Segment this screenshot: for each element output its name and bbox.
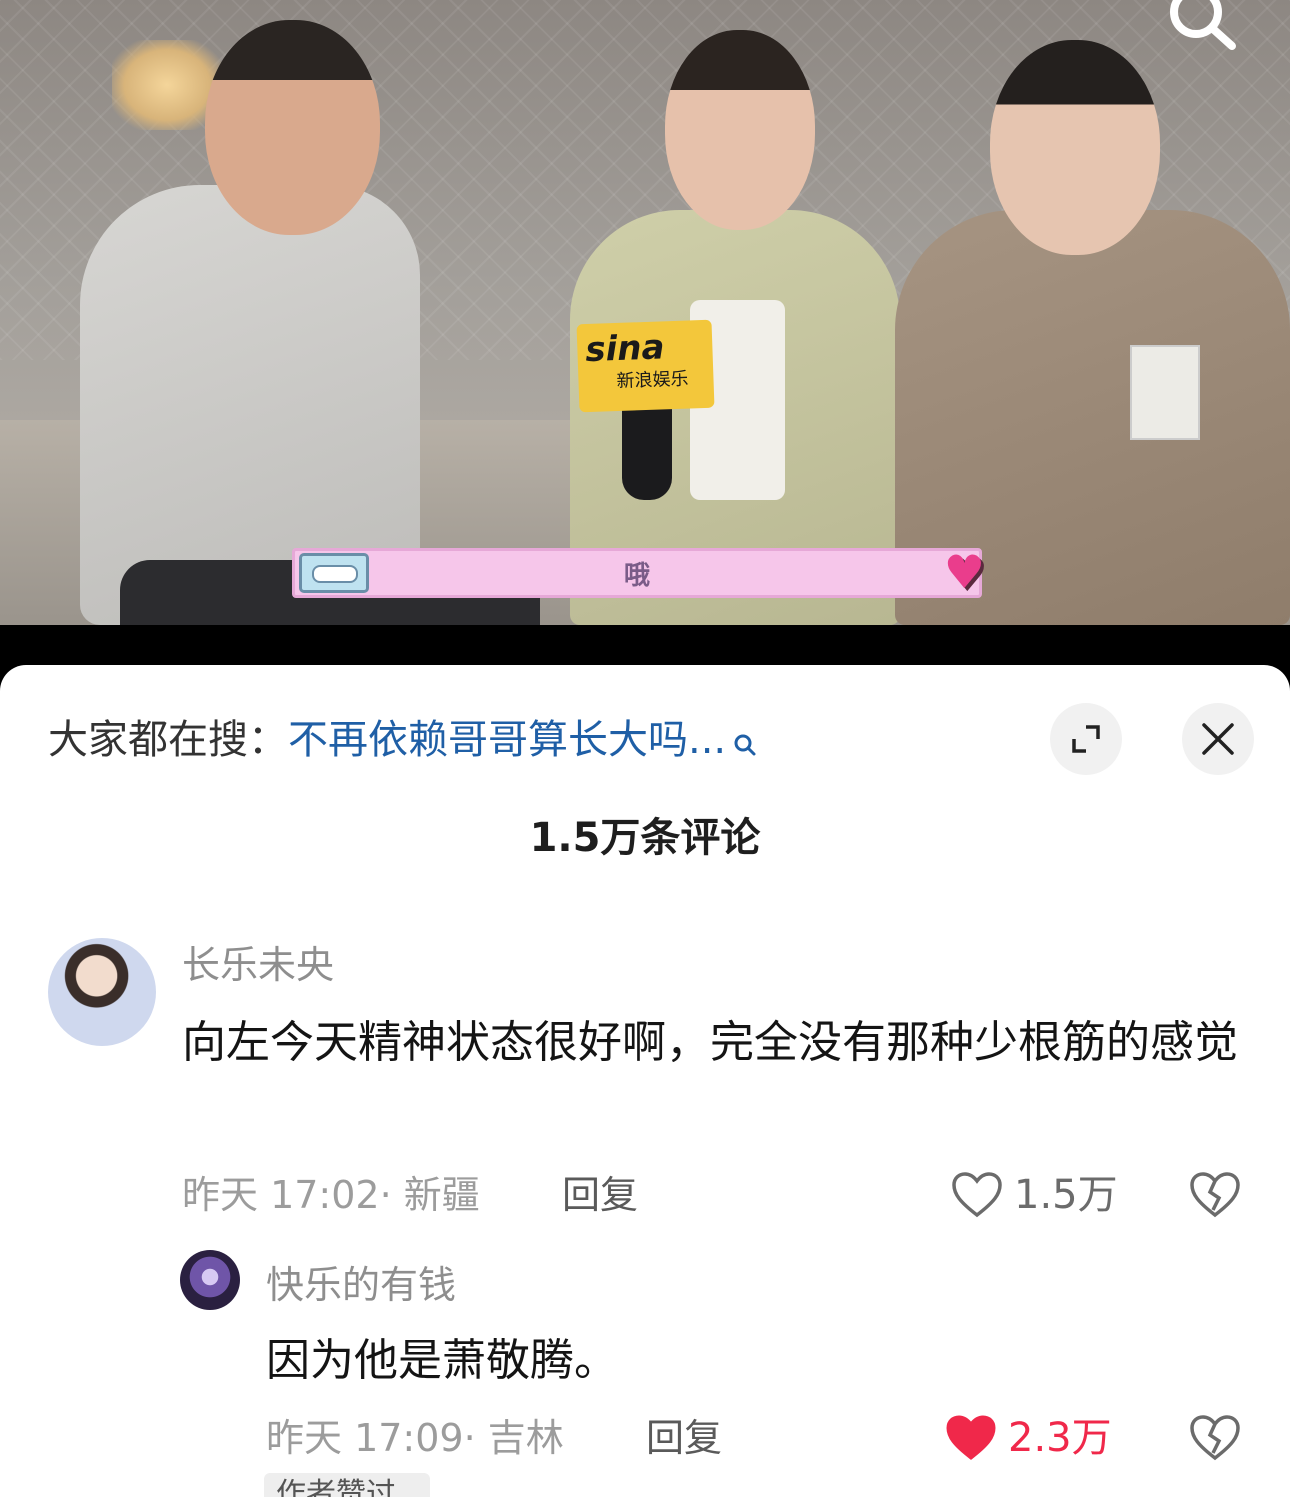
comment-meta: 昨天 17:02· 新疆 [182,1173,480,1217]
sina-logo-brand: sina [584,327,666,371]
like-count: 1.5万 [1014,1172,1118,1218]
like-count: 2.3万 [1008,1415,1112,1461]
reply-button[interactable]: 回复 [562,1170,638,1220]
trending-search-prefix: 大家都在搜： [48,717,288,763]
comment-text: 向左今天精神状态很好啊，完全没有那种少根筋的感觉 [182,1017,1238,1068]
broken-heart-icon [1190,1172,1240,1218]
comment-meta: 昨天 17:09· 吉林 [266,1416,564,1460]
like-button[interactable]: 2.3万 [944,1413,1112,1463]
expand-button[interactable] [1050,703,1122,775]
reply-button[interactable]: 回复 [646,1413,722,1463]
sina-logo-subtitle: 新浪娱乐 [616,368,689,393]
avatar[interactable] [48,938,156,1046]
search-icon[interactable] [1160,0,1240,50]
trending-search-row[interactable]: 大家都在搜： 不再依赖哥哥算长大吗... [48,715,758,765]
subtitle-caption: 哦 [623,560,650,591]
mini-search-icon [732,725,758,756]
cassette-icon [299,553,369,593]
comment-sheet: 大家都在搜： 不再依赖哥哥算长大吗... 1.5万条评论 长乐未央 向左今天精神… [0,665,1290,1497]
comment-username[interactable]: 快乐的有钱 [266,1260,456,1310]
guest-right-pocket [1130,345,1200,440]
heart-outline-icon [952,1172,1002,1218]
host-head [205,20,380,235]
broken-heart-icon [1190,1415,1240,1461]
close-icon [1202,723,1234,755]
close-button[interactable] [1182,703,1254,775]
author-liked-tag: 作者赞过 [264,1473,430,1497]
guest-left-head [665,30,815,230]
guest-right-head [990,40,1160,255]
expand-icon [1072,725,1100,753]
video-player[interactable]: sina 新浪娱乐 哦 ♥ [0,0,1290,625]
like-button[interactable]: 1.5万 [950,1170,1118,1220]
avatar[interactable] [180,1250,240,1310]
comment-text: 因为他是萧敬腾。 [266,1335,618,1386]
subtitle-bar: 哦 ♥ [292,545,985,599]
comment-count-title: 1.5万条评论 [529,815,761,861]
trending-search-query[interactable]: 不再依赖哥哥算长大吗... [288,715,726,765]
dislike-button[interactable] [1188,1170,1242,1220]
heart-filled-icon [946,1415,996,1460]
sina-logo: sina 新浪娱乐 [576,319,715,413]
pixel-heart-icon: ♥ [943,545,985,599]
comment-username[interactable]: 长乐未央 [182,940,334,990]
dislike-button[interactable] [1188,1413,1242,1463]
